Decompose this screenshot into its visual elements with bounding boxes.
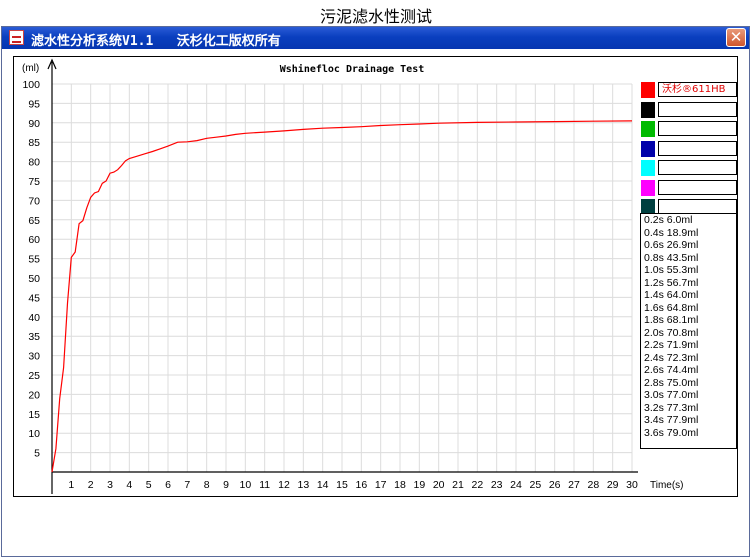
reading-row: 3.2s 77.3ml	[644, 401, 699, 414]
y-tick-label: 5	[34, 448, 40, 460]
x-tick-label: 18	[394, 479, 406, 491]
reading-row: 2.0s 70.8ml	[644, 326, 699, 339]
x-tick-label: 17	[375, 479, 387, 491]
reading-row: 0.8s 43.5ml	[644, 251, 699, 264]
x-tick-label: 4	[126, 479, 132, 491]
x-tick-label: 14	[317, 479, 329, 491]
x-tick-label: 26	[549, 479, 561, 491]
reading-row: 1.0s 55.3ml	[644, 264, 699, 276]
x-tick-label: 20	[433, 479, 445, 491]
legend-swatch[interactable]	[641, 121, 655, 137]
legend-label[interactable]	[658, 160, 737, 175]
legend-label[interactable]	[658, 140, 737, 156]
y-tick-label: 45	[28, 292, 40, 304]
x-tick-label: 16	[355, 479, 367, 491]
y-tick-label: 20	[28, 389, 40, 401]
reading-row: 1.4s 64.0ml	[644, 289, 699, 301]
y-tick-label: 85	[28, 137, 40, 149]
y-tick-label: 15	[28, 409, 40, 421]
tick-labels: 1 2 3 4 5 6 7 8 9 10 11 12 13 14 15 16 17 18 19 20 21 22 23 24 2…	[22, 79, 638, 491]
x-tick-label: 21	[452, 479, 464, 491]
x-tick-label: 13	[297, 479, 309, 491]
reading-row: 0.2s 6.0ml	[644, 214, 693, 226]
x-tick-label: 2	[88, 479, 94, 491]
legend-label[interactable]	[658, 101, 737, 117]
x-tick-label: 23	[491, 479, 503, 491]
x-tick-label: 12	[278, 479, 290, 491]
reading-row: 1.2s 56.7ml	[644, 276, 699, 289]
x-tick-label: 24	[510, 479, 522, 491]
reading-row: 3.0s 77.0ml	[644, 389, 699, 401]
x-tick-label: 28	[587, 479, 599, 491]
x-tick-label: 27	[568, 479, 580, 491]
y-tick-label: 50	[28, 273, 40, 285]
y-tick-label: 95	[28, 98, 40, 110]
x-tick-label: 19	[413, 479, 425, 491]
x-tick-label: 9	[223, 479, 229, 491]
y-tick-label: 40	[28, 312, 40, 324]
reading-row: 2.8s 75.0ml	[644, 376, 699, 389]
legend-label[interactable]	[658, 199, 737, 214]
reading-row: 1.6s 64.8ml	[644, 301, 699, 314]
x-tick-label: 6	[165, 479, 171, 491]
reading-row: 2.6s 74.4ml	[644, 364, 699, 376]
y-tick-label: 10	[28, 428, 40, 440]
x-tick-label: 8	[204, 479, 210, 491]
reading-row: 1.8s 68.1ml	[644, 314, 699, 326]
y-tick-label: 60	[28, 234, 40, 246]
x-tick-label: 25	[529, 479, 541, 491]
axes	[47, 58, 638, 494]
y-tick-label: 75	[28, 176, 40, 188]
y-tick-label: 90	[28, 118, 40, 130]
legend-swatch[interactable]	[641, 82, 655, 98]
legend-swatch[interactable]	[641, 101, 655, 118]
readings-list: 0.2s 6.0ml 0.4s 18.9ml 0.6s 26.9ml 0.8s 43.…	[640, 213, 737, 449]
x-tick-label: 22	[471, 479, 483, 491]
legend-swatch[interactable]	[641, 179, 655, 196]
grid	[52, 83, 633, 472]
x-tick-label: 7	[184, 479, 190, 491]
chart-title: Wshinefloc Drainage Test	[280, 63, 425, 75]
reading-row: 2.4s 72.3ml	[644, 351, 699, 364]
x-tick-label: 15	[336, 479, 348, 491]
x-tick-label: 11	[259, 479, 270, 491]
x-tick-label: 3	[107, 479, 113, 491]
reading-row: 2.2s 71.9ml	[644, 339, 699, 351]
y-tick-label: 70	[28, 195, 40, 207]
reading-row: 3.6s 79.0ml	[644, 426, 699, 439]
y-tick-label: 100	[22, 79, 40, 91]
x-tick-label: 30	[626, 479, 638, 491]
y-tick-label: 55	[28, 254, 40, 266]
legend-label[interactable]: 沃杉®611HB	[658, 82, 737, 97]
reading-row: 0.6s 26.9ml	[644, 239, 699, 251]
x-tick-label: 29	[607, 479, 619, 491]
y-tick-label: 35	[28, 331, 40, 343]
legend-swatch[interactable]	[641, 140, 655, 157]
x-axis-label: Time(s)	[650, 480, 684, 491]
reading-row: 0.4s 18.9ml	[644, 226, 699, 239]
x-tick-label: 10	[239, 479, 251, 491]
legend-label[interactable]	[658, 179, 737, 195]
y-axis-label: (ml)	[22, 63, 39, 74]
x-tick-label: 1	[68, 479, 74, 491]
legend-label[interactable]	[658, 121, 737, 136]
reading-row: 3.4s 77.9ml	[644, 414, 699, 426]
y-tick-label: 25	[28, 370, 40, 382]
y-tick-label: 30	[28, 351, 40, 363]
x-tick-label: 5	[146, 479, 152, 491]
legend-swatch[interactable]	[641, 160, 655, 176]
y-tick-label: 80	[28, 157, 40, 169]
y-tick-label: 65	[28, 215, 40, 227]
